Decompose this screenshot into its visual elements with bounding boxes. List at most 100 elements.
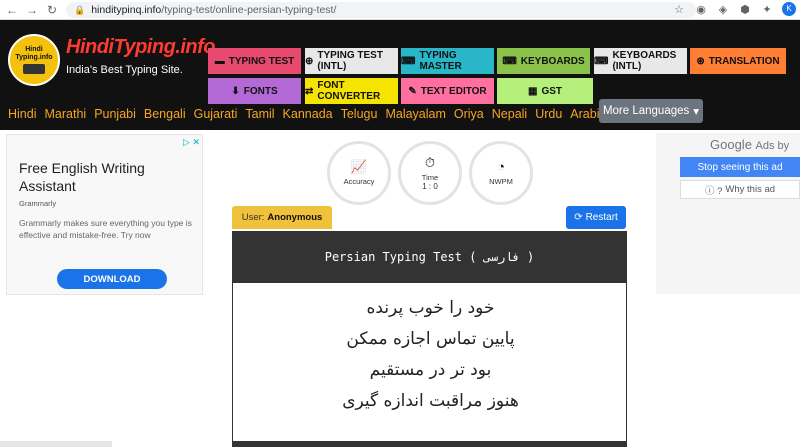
language-link-punjabi[interactable]: Punjabi [94,107,136,121]
speedometer-icon: ◔ [497,159,505,174]
site-logo[interactable]: Hindi Typing.info [8,34,60,86]
test-panel-header: Persian Typing Test ( فارسی ) [232,231,627,283]
test-text-line: هنوز مراقبت اندازه گیری [342,391,519,411]
test-text-area: خود را خوب پرنده پایین تماس اجازه ممکن بود… [232,283,627,447]
tool-button-label: FONTS [243,85,278,97]
language-link-telugu[interactable]: Telugu [341,107,378,121]
ad-source: Grammarly [19,199,57,208]
address-bar[interactable]: 🔒 hinditypinq.info/typing-test/online-pe… [66,2,696,18]
language-link-kannada[interactable]: Kannada [283,107,333,121]
restart-button[interactable]: ⟳ Restart [566,206,626,229]
more-languages-button[interactable]: More Languages ▾ [599,99,703,123]
flag-icon: ▬ [214,55,225,67]
tool-button-label: GST [541,85,562,97]
ad-title[interactable]: Free English Writing Assistant [19,159,189,195]
tool-button-label: TRANSLATION [708,55,780,67]
site-title[interactable]: HindiTyping.info [66,36,216,59]
tool-button-typing-master[interactable]: ⌨ TYPING MASTER [401,48,494,74]
reload-icon[interactable]: ↻ [44,2,60,18]
test-text-line: بود تر در مستقیم [369,360,492,380]
stopwatch-icon: ⏱ [424,154,436,170]
extension-icon[interactable]: ⬢ [738,3,752,16]
profile-avatar[interactable]: K [782,2,796,16]
language-link-tamil[interactable]: Tamil [245,107,274,121]
keyboard-icon: ⌨ [594,55,609,67]
tool-button-typing-test[interactable]: ▬ TYPING TEST [208,48,301,74]
star-icon[interactable]: ☆ [672,3,686,16]
why-this-ad-button[interactable]: ⓘ ? Why this ad [680,180,800,199]
url-domain: hinditypinq.info [91,4,162,16]
user-label: User: [241,212,265,223]
user-badge: User: Anonymous [232,206,332,229]
test-text-line: پایین تماس اجازه ممکن [346,329,515,349]
tool-button-keyboards[interactable]: ⌨ KEYBOARDS [497,48,590,74]
tool-button-translation[interactable]: ⊛ TRANSLATION [690,48,786,74]
edit-icon: ✎ [408,85,417,97]
tool-button-label: KEYBOARDS [520,55,585,67]
test-text-line: خود را خوب پرنده [366,298,495,318]
google-wordmark: Google [710,137,752,152]
calculator-icon: ▦ [527,85,538,97]
language-link-urdu[interactable]: Urdu [535,107,562,121]
stop-seeing-ad-button[interactable]: Stop seeing this ad [680,157,800,177]
google-ads-label: Google Ads by [710,137,789,152]
time-stat: ⏱ Time 1 : 0 [398,141,462,205]
nwpm-label: NWPM [489,177,513,186]
refresh-icon: ⟳ [574,212,583,223]
tool-button-label: TYPING TEST (INTL) [317,50,383,72]
scrollbar-track[interactable] [0,441,112,447]
download-icon: ⬇ [231,85,240,97]
tool-button-keyboards-intl[interactable]: ⌨ KEYBOARDS (INTL) [594,48,687,74]
restart-label: Restart [585,212,618,223]
keyboard-icon [23,64,45,74]
user-name: Anonymous [267,212,323,223]
extension-icon[interactable]: ◈ [716,3,730,16]
site-header: Hindi Typing.info HindiTyping.info India… [0,20,800,130]
ad-right: Google Ads by Stop seeing this ad ⓘ ? Wh… [656,133,800,294]
puzzle-icon[interactable]: ✦ [760,3,774,16]
ad-description: Grammarly makes sure everything you type… [19,218,192,240]
ad-download-button[interactable]: DOWNLOAD [57,269,167,289]
browser-toolbar: ← → ↻ 🔒 hinditypinq.info/typing-test/onl… [0,0,800,20]
site-tagline: India's Best Typing Site. [66,64,183,76]
keyboard-icon: ⌨ [401,55,416,67]
why-label: Why this ad [725,184,776,195]
adchoices-icon[interactable]: ▷ ✕ [183,137,200,148]
extension-icon[interactable]: ◉ [694,3,708,16]
accuracy-label: Accuracy [343,177,375,186]
chart-line-icon: 📈 [350,159,368,174]
language-link-bengali[interactable]: Bengali [144,107,186,121]
ad-left[interactable]: ▷ ✕ Free English Writing Assistant Gramm… [6,134,203,295]
test-panel-footer [232,441,627,447]
language-link-nepali[interactable]: Nepali [492,107,527,121]
tool-button-label: TYPING TEST [228,55,295,67]
tool-button-label: TYPING MASTER [419,50,462,72]
language-link-hindi[interactable]: Hindi [8,107,37,121]
tool-button-typing-test-intl[interactable]: ⊕ TYPING TEST (INTL) [305,48,398,74]
info-icon: ⓘ ? [704,185,723,197]
more-languages-label: More Languages [602,105,690,117]
language-link-malayalam[interactable]: Malayalam [385,107,445,121]
url-text: hinditypinq.info/typing-test/online-pers… [91,4,336,16]
translate-icon: ⊛ [696,55,705,67]
keyboard-icon: ⌨ [502,55,517,67]
url-path: /typing-test/online-persian-typing-test/ [161,4,337,16]
swap-icon: ⇄ [305,85,314,97]
back-icon[interactable]: ← [4,2,20,18]
accuracy-stat: 📈 Accuracy [327,141,391,205]
caret-down-icon: ▾ [693,106,700,118]
logo-text: Hindi Typing.info [15,46,53,61]
lock-icon: 🔒 [74,4,86,15]
globe-icon: ⊕ [305,55,314,67]
test-heading: Persian Typing Test ( فارسی ) [324,250,535,264]
tool-button-label: KEYBOARDS (INTL) [612,50,677,72]
tool-button-label: TEXT EDITOR [420,85,487,97]
time-label: Time [421,172,439,182]
language-link-marathi[interactable]: Marathi [45,107,87,121]
ads-by-label: Ads by [755,140,790,152]
language-link-oriya[interactable]: Oriya [454,107,484,121]
language-link-gujarati[interactable]: Gujarati [194,107,238,121]
forward-icon[interactable]: → [24,2,40,18]
nwpm-stat: ◔ NWPM [469,141,533,205]
time-value: 1 : 0 [422,181,438,191]
